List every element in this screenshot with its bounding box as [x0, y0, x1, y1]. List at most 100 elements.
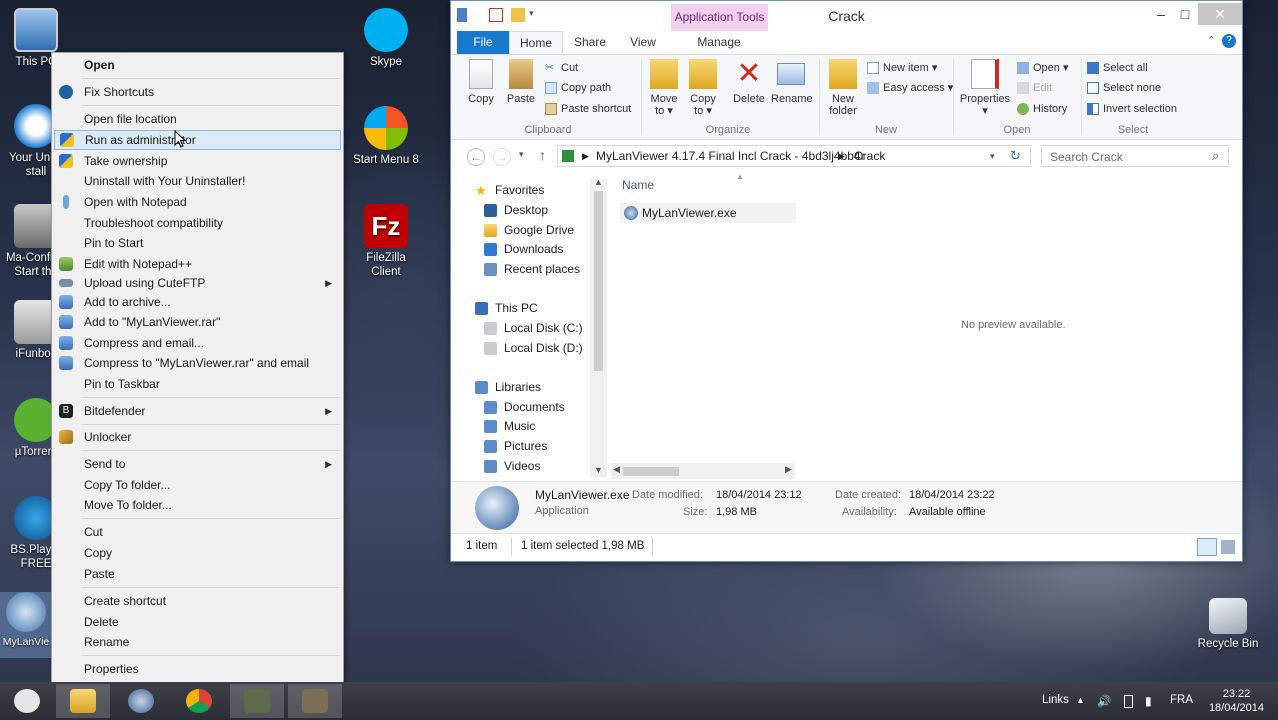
- nav-local-disk-d[interactable]: Local Disk (D:): [457, 339, 583, 358]
- open-button[interactable]: Open ▾: [1017, 59, 1069, 77]
- address-dropdown-icon[interactable]: ▾: [990, 151, 995, 162]
- new-item-button[interactable]: New item ▾: [867, 59, 937, 77]
- menu-copy-to-folder[interactable]: Copy To folder...: [54, 475, 341, 495]
- menu-add-to-archive[interactable]: Add to archive...: [54, 292, 341, 312]
- menu-upload-cuteftp[interactable]: Upload using CuteFTP ▶: [54, 273, 341, 293]
- menu-cut[interactable]: Cut: [54, 522, 341, 542]
- menu-run-as-administrator[interactable]: Run as administrator: [54, 130, 341, 150]
- up-arrow-icon[interactable]: ↑: [539, 147, 546, 163]
- taskbar-chrome[interactable]: [172, 684, 226, 718]
- clock[interactable]: 23:22 18/04/2014: [1209, 687, 1264, 715]
- nav-downloads[interactable]: Downloads: [457, 240, 563, 259]
- network-icon[interactable]: ▮: [1145, 694, 1152, 708]
- invert-selection-button[interactable]: Invert selection: [1087, 100, 1177, 118]
- menu-unlocker[interactable]: Unlocker: [54, 427, 341, 447]
- taskbar-app-4[interactable]: [230, 684, 284, 718]
- cut-button[interactable]: ✂ Cut: [545, 59, 578, 77]
- scroll-right-icon[interactable]: ▶: [785, 464, 792, 475]
- help-icon[interactable]: ?: [1222, 34, 1236, 48]
- menu-add-to-rar[interactable]: Add to "MyLanViewer.rar": [54, 312, 341, 332]
- paste-button[interactable]: Paste: [503, 59, 539, 105]
- menu-create-shortcut[interactable]: Create shortcut: [54, 591, 341, 611]
- column-header-name[interactable]: Name: [622, 178, 654, 192]
- menu-rename[interactable]: Rename: [54, 632, 341, 652]
- menu-fix-shortcuts[interactable]: Fix Shortcuts: [54, 82, 341, 102]
- menu-open[interactable]: Open: [54, 55, 341, 75]
- horizontal-scrollbar[interactable]: ◀ ▶: [611, 463, 795, 479]
- desktop-icon-skype[interactable]: Skype: [350, 8, 422, 69]
- tab-share[interactable]: Share: [567, 31, 613, 54]
- nav-libraries[interactable]: Libraries: [457, 378, 541, 397]
- title-bar[interactable]: ▾ Application Tools Crack – □ ✕: [451, 1, 1242, 31]
- copy-to-button[interactable]: Copy to ▾: [685, 59, 721, 117]
- rename-button[interactable]: Rename: [771, 59, 813, 105]
- tab-manage[interactable]: Manage: [691, 31, 747, 54]
- language-indicator[interactable]: FRA: [1170, 694, 1193, 706]
- paste-shortcut-button[interactable]: Paste shortcut: [545, 100, 631, 118]
- history-button[interactable]: History: [1017, 100, 1067, 118]
- desktop-icon-filezilla[interactable]: Fz FileZilla Client: [350, 204, 422, 279]
- easy-access-button[interactable]: Easy access ▾: [867, 79, 953, 97]
- edit-button[interactable]: Edit: [1017, 79, 1052, 97]
- select-all-button[interactable]: Select all: [1087, 59, 1148, 77]
- nav-recent-places[interactable]: Recent places: [457, 260, 580, 279]
- desktop-icon-recycle-bin[interactable]: Recycle Bin: [1192, 598, 1264, 651]
- close-button[interactable]: ✕: [1198, 3, 1242, 25]
- copy-button[interactable]: Copy: [463, 59, 499, 105]
- links-toolbar[interactable]: Links: [1042, 694, 1069, 706]
- taskbar-start-button[interactable]: [0, 684, 54, 718]
- nav-pictures[interactable]: Pictures: [457, 437, 547, 456]
- menu-move-to-folder[interactable]: Move To folder...: [54, 495, 341, 515]
- move-to-button[interactable]: Move to ▾: [647, 59, 681, 117]
- volume-icon[interactable]: 🔊: [1097, 694, 1111, 708]
- breadcrumb-segment-1[interactable]: MyLanViewer 4.17.4 Final Incl Crack - 4b…: [596, 149, 865, 163]
- nav-desktop[interactable]: Desktop: [457, 201, 548, 220]
- battery-icon[interactable]: [1124, 695, 1133, 708]
- menu-send-to[interactable]: Send to ▶: [54, 454, 341, 474]
- menu-compress-rar-email[interactable]: Compress to "MyLanViewer.rar" and email: [54, 353, 341, 373]
- maximize-button[interactable]: □: [1170, 3, 1200, 25]
- nav-scroll-thumb[interactable]: [594, 191, 603, 371]
- forward-button[interactable]: →: [493, 148, 511, 166]
- menu-open-file-location[interactable]: Open file location: [54, 109, 341, 129]
- menu-pin-to-start[interactable]: Pin to Start: [54, 233, 341, 253]
- taskbar-file-explorer[interactable]: [56, 684, 110, 718]
- menu-uninstall[interactable]: Uninstall with Your Uninstaller!: [54, 171, 341, 191]
- details-view-icon[interactable]: [1197, 538, 1217, 556]
- ribbon-collapse-icon[interactable]: ⌃: [1207, 34, 1216, 47]
- menu-troubleshoot[interactable]: Troubleshoot compatibility: [54, 213, 341, 233]
- address-bar[interactable]: ▶ MyLanViewer 4.17.4 Final Incl Crack - …: [557, 145, 1031, 167]
- tab-view[interactable]: View: [621, 31, 665, 54]
- copy-path-button[interactable]: Copy path: [545, 79, 611, 97]
- nav-scrollbar[interactable]: ▲ ▼: [590, 177, 607, 477]
- nav-google-drive[interactable]: Google Drive: [457, 221, 574, 240]
- taskbar-network-app[interactable]: [114, 684, 168, 718]
- select-none-button[interactable]: Select none: [1087, 79, 1161, 97]
- tray-overflow-icon[interactable]: ▲: [1076, 695, 1085, 705]
- breadcrumb-segment-2[interactable]: Crack: [854, 149, 885, 163]
- new-folder-button[interactable]: New folder: [825, 59, 861, 117]
- menu-copy[interactable]: Copy: [54, 543, 341, 563]
- search-input[interactable]: Search Crack ⌕: [1041, 145, 1229, 167]
- tab-home[interactable]: Home: [509, 31, 563, 54]
- delete-button[interactable]: ✕ Delete: [731, 59, 767, 106]
- menu-bitdefender[interactable]: B Bitdefender ▶: [54, 401, 341, 421]
- tab-file[interactable]: File: [457, 31, 509, 54]
- horizontal-scroll-thumb[interactable]: [623, 467, 679, 476]
- menu-open-with-notepad[interactable]: Open with Notepad: [54, 192, 341, 212]
- back-button[interactable]: ←: [467, 148, 485, 166]
- properties-button[interactable]: Properties ▾: [959, 59, 1011, 117]
- menu-take-ownership[interactable]: Take ownership: [54, 151, 341, 171]
- nav-this-pc[interactable]: This PC: [457, 299, 538, 318]
- menu-delete[interactable]: Delete: [54, 612, 341, 632]
- nav-videos[interactable]: Videos: [457, 457, 540, 476]
- menu-properties[interactable]: Properties: [54, 659, 341, 679]
- refresh-icon[interactable]: ↻: [1010, 148, 1021, 164]
- scroll-up-icon[interactable]: ▲: [594, 177, 603, 187]
- nav-local-disk-c[interactable]: Local Disk (C:): [457, 319, 583, 338]
- large-icons-view-icon[interactable]: [1221, 540, 1235, 554]
- desktop-icon-mylanviewer[interactable]: MyLanVie: [0, 592, 52, 658]
- menu-compress-email[interactable]: Compress and email...: [54, 333, 341, 353]
- scroll-left-icon[interactable]: ◀: [613, 464, 620, 475]
- nav-documents[interactable]: Documents: [457, 398, 565, 417]
